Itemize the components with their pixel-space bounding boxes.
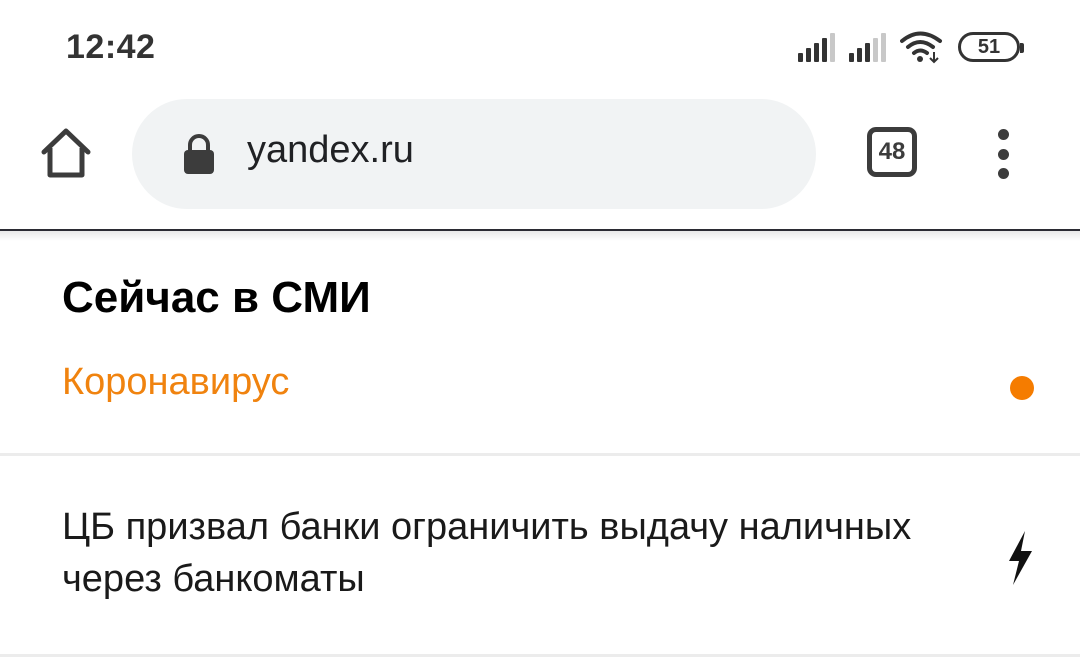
page-content: Сейчас в СМИ Коронавирус ЦБ призвал банк… bbox=[0, 241, 1080, 667]
home-icon[interactable] bbox=[38, 125, 94, 181]
divider bbox=[0, 453, 1080, 456]
lightning-icon bbox=[1009, 531, 1032, 585]
battery-level: 51 bbox=[977, 35, 1001, 58]
news-title[interactable]: ЦБ призвал банки ограничить выдачу налич… bbox=[62, 501, 942, 605]
url-text[interactable]: yandex.ru bbox=[247, 129, 414, 172]
battery-icon: 51 bbox=[958, 32, 1024, 62]
tab-count: 48 bbox=[878, 138, 906, 165]
toolbar-shadow bbox=[0, 231, 1080, 241]
status-icons: 51 bbox=[798, 30, 1024, 64]
status-bar: 12:42 51 bbox=[0, 0, 1080, 95]
topic-label[interactable]: Коронавирус bbox=[62, 361, 289, 404]
news-item[interactable]: ЦБ призвал банки ограничить выдачу налич… bbox=[0, 491, 1080, 611]
more-vert-icon[interactable] bbox=[990, 129, 1016, 179]
tabs-button[interactable]: 48 bbox=[867, 127, 917, 177]
signal-icon bbox=[849, 32, 886, 62]
lock-icon bbox=[184, 134, 214, 174]
address-bar[interactable]: yandex.ru bbox=[132, 99, 816, 209]
wifi-icon bbox=[900, 31, 942, 64]
status-clock: 12:42 bbox=[66, 28, 156, 66]
section-title: Сейчас в СМИ bbox=[62, 273, 371, 322]
topic-link[interactable]: Коронавирус bbox=[0, 341, 1080, 451]
browser-toolbar: yandex.ru 48 bbox=[0, 95, 1080, 230]
divider bbox=[0, 654, 1080, 657]
signal-icon bbox=[798, 32, 835, 62]
topic-indicator-dot bbox=[1010, 376, 1034, 400]
